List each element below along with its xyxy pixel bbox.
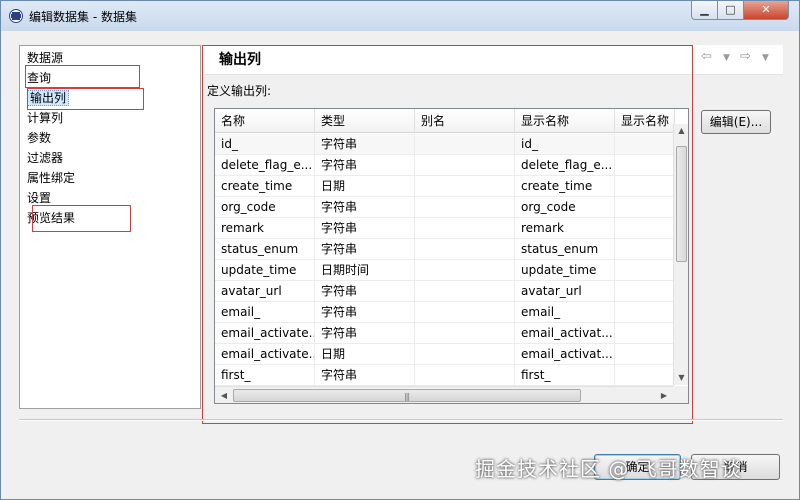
close-button[interactable]: ✕ <box>743 1 789 20</box>
forward-arrow-icon[interactable]: ⇨ <box>740 49 751 64</box>
window-title: 编辑数据集 - 数据集 <box>29 10 137 24</box>
edit-button[interactable]: 编辑(E)... <box>701 110 771 134</box>
back-arrow-icon[interactable]: ⇦ <box>701 49 712 64</box>
annotation-box-main-panel <box>202 45 693 424</box>
sidebar-item-label: 过滤器 <box>27 151 64 165</box>
minimize-button[interactable]: ▁ <box>691 1 718 20</box>
watermark-text: 掘金技术社区 @ 飞哥数智谈 <box>475 457 742 481</box>
dialog-window: 编辑数据集 - 数据集 ▁ □ ✕ 数据源 查询 输出列 计算列 参数 过滤器 … <box>0 0 800 500</box>
maximize-button[interactable]: □ <box>717 1 744 20</box>
sidebar-item-label: 设置 <box>27 191 52 205</box>
sidebar-item-label: 参数 <box>27 131 52 145</box>
dropdown-icon[interactable]: ▼ <box>723 53 730 63</box>
sidebar-item-label: 属性绑定 <box>27 171 76 185</box>
title-bar[interactable]: 编辑数据集 - 数据集 ▁ □ ✕ <box>1 1 799 31</box>
footer-separator <box>19 419 783 421</box>
dropdown-icon[interactable]: ▼ <box>762 53 769 63</box>
sidebar-item-label: 数据源 <box>27 51 64 65</box>
sidebar-item-label: 计算列 <box>27 111 64 125</box>
sidebar-item-property-binding[interactable]: 属性绑定 <box>27 169 75 187</box>
eclipse-app-icon <box>9 9 23 23</box>
sidebar-item-computed-columns[interactable]: 计算列 <box>27 109 63 127</box>
annotation-box-output-columns <box>27 88 144 110</box>
sidebar-item-parameters[interactable]: 参数 <box>27 129 51 147</box>
annotation-box-query <box>25 65 140 88</box>
sidebar-item-filters[interactable]: 过滤器 <box>27 149 63 167</box>
annotation-box-preview <box>32 205 131 232</box>
